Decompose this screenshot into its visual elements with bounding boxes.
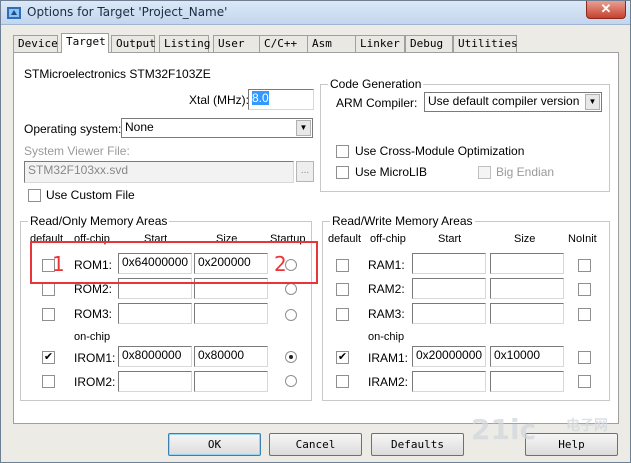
defaults-button[interactable]: Defaults <box>371 433 464 456</box>
rom-onchip-label: on-chip <box>74 331 111 343</box>
ram2-noinit-checkbox[interactable] <box>578 283 591 296</box>
title-bar: Options for Target 'Project_Name' ✕ <box>1 1 630 25</box>
help-button[interactable]: Help <box>525 433 618 456</box>
ram-header-default: default <box>328 233 362 245</box>
iram1-label: IRAM1: <box>368 351 409 365</box>
irom1-size-input[interactable]: 0x80000 <box>194 346 268 367</box>
svd-input[interactable]: STM32F103xx.svd <box>24 161 294 183</box>
annotation-marker-1: 1 <box>52 252 65 276</box>
rom-group-title: Read/Only Memory Areas <box>28 214 170 228</box>
rom3-size-input[interactable] <box>194 303 268 324</box>
rom3-default-checkbox[interactable] <box>42 308 55 321</box>
ram1-start-input[interactable] <box>412 253 486 274</box>
tab-listing[interactable]: Listing <box>159 35 210 52</box>
ram3-default-checkbox[interactable] <box>336 308 349 321</box>
ram1-size-input[interactable] <box>490 253 564 274</box>
iram2-label: IRAM2: <box>368 375 409 389</box>
browse-svd-button[interactable]: ... <box>296 161 314 182</box>
cross-module-checkbox[interactable] <box>336 145 349 158</box>
ram-header-offchip: off-chip <box>370 233 406 245</box>
rom2-startup-radio[interactable] <box>285 283 297 295</box>
rom3-label: ROM3: <box>74 307 113 321</box>
app-icon <box>7 7 21 19</box>
irom2-default-checkbox[interactable] <box>42 375 55 388</box>
microlib-label: Use MicroLIB <box>355 165 428 179</box>
ram-group-title: Read/Write Memory Areas <box>330 214 475 228</box>
ram-header-size: Size <box>514 233 536 245</box>
iram1-default-checkbox[interactable]: ✔ <box>336 351 349 364</box>
irom2-label: IROM2: <box>74 375 116 389</box>
microlib-checkbox[interactable] <box>336 166 349 179</box>
compiler-label: ARM Compiler: <box>336 96 418 110</box>
tab-asm[interactable]: Asm <box>307 35 357 52</box>
irom1-start-input[interactable]: 0x8000000 <box>118 346 192 367</box>
ram3-size-input[interactable] <box>490 303 564 324</box>
ok-button[interactable]: OK <box>168 433 261 456</box>
target-panel: STMicroelectronics STM32F103ZE Xtal (MHz… <box>13 52 619 424</box>
window-title: Options for Target 'Project_Name' <box>27 5 228 19</box>
ram1-label: RAM1: <box>368 258 405 272</box>
tab-device[interactable]: Device <box>13 35 58 52</box>
irom1-startup-radio[interactable] <box>285 351 297 363</box>
big-endian-label: Big Endian <box>496 165 555 179</box>
rom2-default-checkbox[interactable] <box>42 283 55 296</box>
tab-target[interactable]: Target <box>61 33 109 53</box>
tab-cpp[interactable]: C/C++ <box>259 35 309 52</box>
irom1-default-checkbox[interactable]: ✔ <box>42 351 55 364</box>
tab-linker[interactable]: Linker <box>355 35 405 52</box>
irom2-startup-radio[interactable] <box>285 375 297 387</box>
ram-onchip-label: on-chip <box>368 331 405 343</box>
os-select[interactable]: None ▼ <box>121 118 313 138</box>
rom3-startup-radio[interactable] <box>285 309 297 321</box>
irom2-size-input[interactable] <box>194 371 268 392</box>
rom2-label: ROM2: <box>74 282 113 296</box>
os-label: Operating system: <box>24 122 122 136</box>
cross-module-label: Use Cross-Module Optimization <box>355 144 525 158</box>
iram1-size-input[interactable]: 0x10000 <box>490 346 564 367</box>
annotation-marker-2: 2 <box>274 252 287 276</box>
tab-debug[interactable]: Debug <box>405 35 453 52</box>
irom1-label: IROM1: <box>74 351 116 365</box>
ram2-label: RAM2: <box>368 282 405 296</box>
tab-user[interactable]: User <box>213 35 261 52</box>
xtal-label: Xtal (MHz): <box>189 93 249 107</box>
chevron-down-icon: ▼ <box>296 120 311 136</box>
irom2-start-input[interactable] <box>118 371 192 392</box>
device-name: STMicroelectronics STM32F103ZE <box>24 67 211 81</box>
tab-output[interactable]: Output <box>111 35 156 52</box>
compiler-select[interactable]: Use default compiler version ▼ <box>424 92 602 112</box>
ram3-noinit-checkbox[interactable] <box>578 308 591 321</box>
tab-utilities[interactable]: Utilities <box>453 35 518 52</box>
watermark-logo: 21ic 电子网 <box>471 413 608 446</box>
iram2-default-checkbox[interactable] <box>336 375 349 388</box>
svd-label: System Viewer File: <box>24 144 130 158</box>
custom-file-checkbox[interactable] <box>28 189 41 202</box>
chevron-down-icon: ▼ <box>585 94 600 110</box>
custom-file-label: Use Custom File <box>46 188 135 202</box>
ram2-start-input[interactable] <box>412 278 486 299</box>
iram2-noinit-checkbox[interactable] <box>578 375 591 388</box>
big-endian-checkbox[interactable] <box>478 166 491 179</box>
rom3-start-input[interactable] <box>118 303 192 324</box>
ram3-label: RAM3: <box>368 307 405 321</box>
ram-header-noinit: NoInit <box>568 233 597 245</box>
ram1-noinit-checkbox[interactable] <box>578 259 591 272</box>
ram2-size-input[interactable] <box>490 278 564 299</box>
cancel-button[interactable]: Cancel <box>269 433 362 456</box>
options-dialog: Options for Target 'Project_Name' ✕ Devi… <box>0 0 631 463</box>
ram2-default-checkbox[interactable] <box>336 283 349 296</box>
iram1-noinit-checkbox[interactable] <box>578 351 591 364</box>
iram2-start-input[interactable] <box>412 371 486 392</box>
xtal-input[interactable]: 8.0 <box>248 89 314 110</box>
ram3-start-input[interactable] <box>412 303 486 324</box>
iram2-size-input[interactable] <box>490 371 564 392</box>
ram-header-start: Start <box>438 233 462 245</box>
code-generation-title: Code Generation <box>328 77 424 91</box>
iram1-start-input[interactable]: 0x20000000 <box>412 346 486 367</box>
close-button[interactable]: ✕ <box>586 1 626 19</box>
ram1-default-checkbox[interactable] <box>336 259 349 272</box>
